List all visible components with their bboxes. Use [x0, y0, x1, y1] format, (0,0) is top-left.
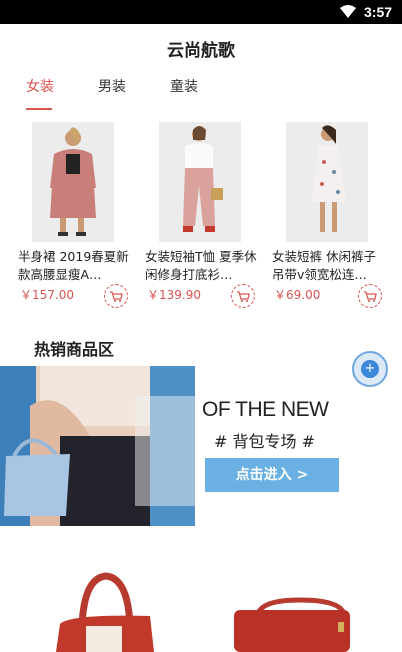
floating-action-button[interactable]: + — [352, 351, 388, 387]
tab-women[interactable]: 女装 — [26, 76, 54, 96]
product-title: 女装短裤 休闲裤子吊带v领宽松连… — [272, 249, 376, 282]
status-bar: 3:57 — [0, 0, 402, 24]
product-image[interactable] — [286, 122, 368, 242]
float-action-icon: + — [361, 360, 379, 378]
tab-men[interactable]: 男装 — [98, 76, 126, 96]
product-title: 女装短袖T恤 夏季休闲修身打底衫… — [145, 249, 257, 282]
cart-icon — [110, 291, 123, 302]
product-image[interactable] — [32, 122, 114, 242]
category-tabs: 女装 男装 童装 — [0, 76, 402, 112]
app-title: 云尚航歌 — [167, 41, 235, 61]
bags-preview[interactable] — [0, 560, 402, 652]
cart-icon — [237, 291, 250, 302]
add-to-cart-button[interactable] — [104, 284, 128, 308]
hot-section-title: 热销商品区 — [34, 340, 115, 359]
product-image[interactable] — [159, 122, 241, 242]
product-price: ￥157.00 — [20, 288, 74, 302]
active-tab-indicator — [26, 108, 52, 110]
cart-icon — [364, 291, 377, 302]
banner-photo — [0, 366, 195, 526]
tab-kids[interactable]: 童装 — [170, 76, 198, 96]
banner-enter-button[interactable]: 点击进入 > — [205, 458, 339, 492]
banner-subheading: # 背包专场 # — [214, 432, 315, 451]
product-price: ￥69.00 — [274, 288, 321, 302]
banner-heading: OF THE NEW — [202, 398, 329, 421]
product-price: ￥139.90 — [147, 288, 201, 302]
promo-banner[interactable]: OF THE NEW # 背包专场 # 点击进入 > — [0, 366, 402, 526]
product-title: 半身裙 2019春夏新款高腰显瘦A… — [18, 249, 129, 282]
add-to-cart-button[interactable] — [231, 284, 255, 308]
wifi-icon — [340, 5, 356, 18]
add-to-cart-button[interactable] — [358, 284, 382, 308]
status-time: 3:57 — [364, 4, 393, 20]
